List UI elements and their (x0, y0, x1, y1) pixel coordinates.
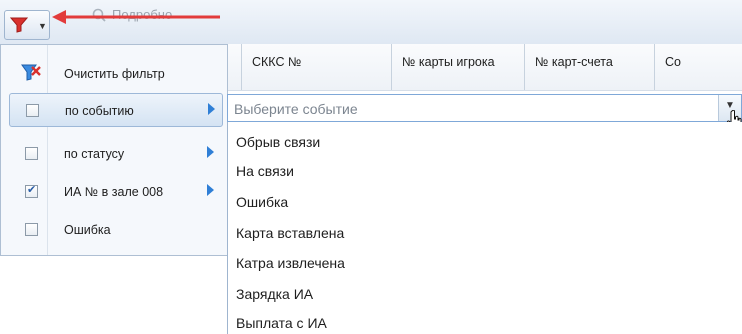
filter-item-error[interactable]: Ошибка (9, 213, 223, 247)
annotation-arrow-icon (52, 10, 220, 24)
chevron-right-icon (208, 103, 215, 115)
filter-item-by-status[interactable]: по статусу (9, 137, 223, 171)
event-options-list: Обрыв связи На связи Ошибка Карта вставл… (227, 122, 742, 334)
filter-item-machine-number[interactable]: ИА № в зале 008 (9, 175, 223, 209)
clear-filter-icon (21, 64, 41, 81)
filter-item-by-event[interactable]: по событию (9, 93, 223, 127)
clear-filter-label: Очистить фильтр (64, 67, 165, 81)
column-header-event[interactable]: Со (654, 44, 742, 90)
column-header-player-card[interactable]: № карты игрока (391, 44, 524, 90)
event-option[interactable]: На связи (236, 163, 294, 179)
filter-item-label: Ошибка (64, 223, 111, 237)
grid-header: СККС № № карты игрока № карт-счета Со (225, 44, 742, 91)
event-option[interactable]: Обрыв связи (236, 134, 320, 150)
event-option[interactable]: Выплата с ИА (236, 315, 327, 331)
funnel-icon (10, 17, 28, 33)
checkbox-checked[interactable] (25, 183, 38, 198)
toolbar: ▼ Подробно (0, 0, 742, 45)
filter-menu: Очистить фильтр по событию по статусу ИА… (0, 44, 228, 256)
checkbox[interactable] (25, 223, 38, 236)
event-select-placeholder: Выберите событие (234, 101, 358, 117)
clear-filter-item[interactable]: Очистить фильтр (9, 57, 223, 91)
chevron-right-icon (207, 146, 214, 158)
chevron-right-icon (207, 184, 214, 196)
event-option[interactable]: Катра извлечена (236, 255, 345, 271)
checkbox[interactable] (26, 104, 39, 117)
event-option[interactable]: Зарядка ИА (236, 286, 313, 302)
checkbox[interactable] (25, 147, 38, 160)
event-option[interactable]: Карта вставлена (236, 225, 344, 241)
filter-button[interactable]: ▼ (4, 10, 50, 40)
filter-item-label: по статусу (64, 147, 125, 161)
filter-item-label: по событию (65, 104, 134, 118)
event-option[interactable]: Ошибка (236, 194, 288, 210)
column-header-skks[interactable]: СККС № (241, 44, 391, 90)
grid-row-divider (225, 90, 742, 91)
column-header-account-card[interactable]: № карт-счета (524, 44, 654, 90)
chevron-down-icon: ▼ (38, 21, 47, 31)
event-select[interactable]: Выберите событие ▼ (227, 94, 742, 122)
filter-item-label: ИА № в зале 008 (64, 185, 164, 199)
